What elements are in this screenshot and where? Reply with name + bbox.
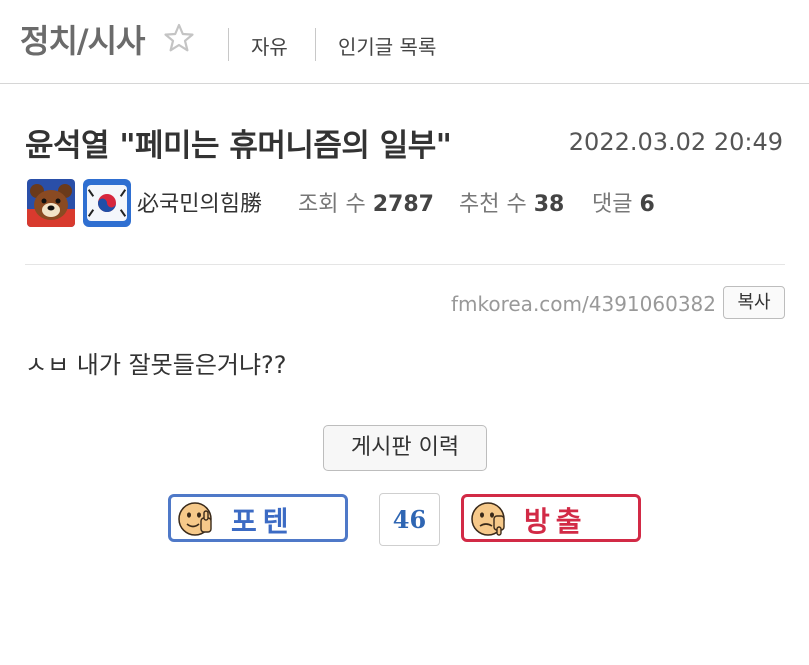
nav-link-popular[interactable]: 인기글 목록 bbox=[338, 31, 436, 60]
author-level-icon bbox=[27, 179, 75, 227]
comment-count[interactable]: 댓글 6 bbox=[592, 186, 655, 218]
thumbs-up-face-icon bbox=[178, 502, 212, 536]
view-count-value: 2787 bbox=[372, 192, 434, 217]
view-count: 조회 수 2787 bbox=[298, 186, 434, 218]
downvote-label: 방출 bbox=[524, 505, 588, 538]
upvote-button[interactable]: 포텐 bbox=[168, 494, 348, 542]
recommend-count-label: 추천 수 bbox=[459, 192, 527, 217]
post-title: 윤석열 "페미는 휴머니즘의 일부" bbox=[25, 128, 452, 164]
board-history-button[interactable]: 게시판 이력 bbox=[323, 425, 487, 471]
board-header: 정치/시사 자유 인기글 목록 bbox=[0, 0, 809, 84]
view-count-label: 조회 수 bbox=[298, 192, 366, 217]
board-title[interactable]: 정치/시사 bbox=[20, 16, 145, 62]
star-icon[interactable] bbox=[163, 22, 195, 54]
recommend-count: 추천 수 38 bbox=[459, 186, 564, 218]
comment-count-value: 6 bbox=[639, 192, 655, 217]
nav-separator bbox=[315, 28, 316, 61]
comment-count-label: 댓글 bbox=[592, 192, 633, 217]
vote-count: 46 bbox=[379, 493, 440, 546]
author-name[interactable]: 必국민의힘勝 bbox=[137, 186, 262, 218]
recommend-count-value: 38 bbox=[533, 192, 565, 217]
thumbs-down-face-icon bbox=[471, 502, 505, 536]
copy-url-button[interactable]: 복사 bbox=[723, 286, 785, 319]
upvote-label: 포텐 bbox=[231, 505, 295, 538]
post-divider bbox=[25, 264, 785, 265]
post-date: 2022.03.02 20:49 bbox=[568, 128, 783, 156]
post-body: ㅅㅂ 내가 잘못들은거냐?? bbox=[25, 351, 287, 379]
downvote-button[interactable]: 방출 bbox=[461, 494, 641, 542]
nav-separator bbox=[228, 28, 229, 61]
nav-link-free[interactable]: 자유 bbox=[251, 31, 288, 60]
author-avatar[interactable] bbox=[83, 179, 131, 227]
post-url[interactable]: fmkorea.com/4391060382 bbox=[451, 292, 716, 316]
